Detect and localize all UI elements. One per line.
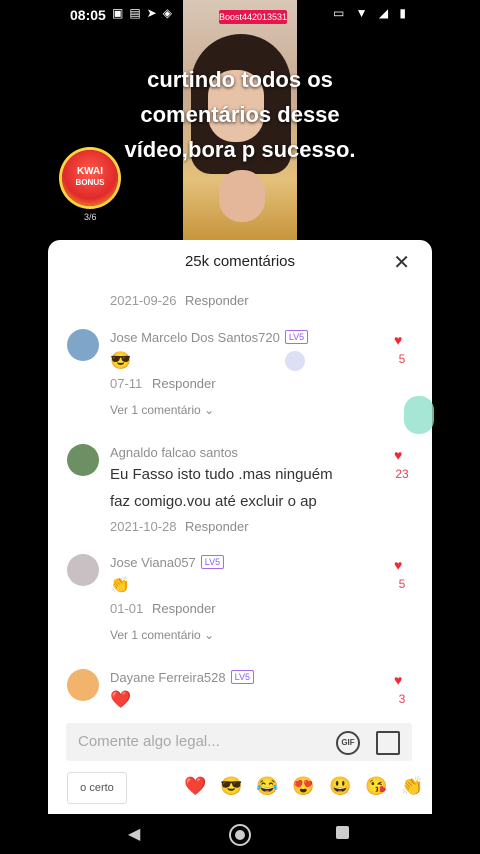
view-replies-text: Ver 1 comentário	[110, 403, 201, 417]
like-count: 5	[398, 352, 406, 366]
comment-username[interactable]: Jose Viana057 LV5	[110, 555, 225, 570]
username-text: Jose Viana057	[110, 555, 196, 570]
username-text: Dayane Ferreira528	[110, 670, 226, 685]
heart-icon[interactable]: ♥	[394, 447, 402, 463]
image-icon[interactable]	[376, 731, 400, 755]
comment-date: 2021-10-28	[110, 519, 177, 534]
comment-date: 2021-09-26	[110, 293, 177, 308]
comment-input-bar[interactable]: Comente algo legal... GIF	[66, 723, 412, 761]
recent-apps-icon[interactable]	[336, 826, 349, 839]
emoji-heart[interactable]: ❤️	[184, 776, 206, 797]
reply-button[interactable]: Responder	[185, 293, 249, 308]
comment-date: 07-11	[110, 376, 143, 391]
avatar[interactable]	[67, 329, 99, 361]
quick-reply-chip[interactable]: o certo	[67, 772, 127, 804]
heart-icon[interactable]: ♥	[394, 672, 402, 688]
comment-input[interactable]: Comente algo legal...	[78, 733, 220, 750]
notification-icons: ▣▤➤◈	[112, 6, 178, 20]
like-count: 3	[398, 692, 406, 706]
emoji-heart-eyes[interactable]: 😍	[292, 776, 314, 797]
heart-icon[interactable]: ♥	[394, 332, 402, 348]
level-badge: LV5	[284, 330, 309, 344]
comment-emoji: ❤️	[110, 690, 132, 709]
like-count: 5	[398, 577, 406, 591]
emoji-smile[interactable]: 😃	[329, 776, 351, 797]
boost-badge: Boost442013531	[219, 10, 288, 24]
comment-emoji: 👏	[110, 577, 130, 594]
emoji-sunglasses[interactable]: 😎	[220, 776, 242, 797]
floating-bubble	[404, 396, 434, 434]
comments-title: 25k comentários	[184, 253, 296, 270]
video-caption: curtindo todos os comentários desse víde…	[124, 67, 356, 162]
comment-text: faz comigo.vou até excluir o ap	[110, 493, 317, 510]
comment-username[interactable]: Agnaldo falcao santos	[110, 445, 238, 460]
emoji-laughing[interactable]: 😂	[256, 776, 278, 797]
level-badge: LV5	[200, 555, 225, 569]
avatar[interactable]	[67, 554, 99, 586]
reply-button[interactable]: Responder	[185, 519, 249, 534]
reply-button[interactable]: Responder	[152, 601, 216, 616]
comment-text: Eu Fasso isto tudo .mas ninguém	[110, 466, 333, 483]
navigation-bar: ◀	[0, 814, 480, 854]
reply-button[interactable]: Responder	[152, 376, 216, 391]
heart-icon[interactable]: ♥	[394, 557, 402, 573]
comment-username[interactable]: Dayane Ferreira528 LV5	[110, 670, 254, 685]
back-icon[interactable]: ◀	[128, 824, 140, 844]
bonus-label: BONUS	[75, 178, 105, 187]
comment-emoji: 😎	[110, 351, 132, 370]
kwai-bonus-button[interactable]: KWAI BONUS	[62, 150, 118, 206]
comment-username[interactable]: Jose Marcelo Dos Santos720 LV5	[110, 330, 309, 345]
chevron-down-icon: ⌄	[204, 403, 215, 417]
close-icon[interactable]: ✕	[393, 250, 410, 275]
bonus-progress: 3/6	[84, 212, 97, 222]
level-badge: LV5	[230, 670, 254, 684]
avatar[interactable]	[67, 444, 99, 476]
home-icon[interactable]	[229, 824, 251, 846]
kwai-label: KWAI	[76, 166, 104, 177]
view-replies-link[interactable]: Ver 1 comentário ⌄	[110, 403, 214, 417]
chevron-down-icon: ⌄	[204, 628, 215, 642]
view-replies-link[interactable]: Ver 1 comentário ⌄	[110, 628, 214, 642]
kwai-bonus-title: KWAI BONUS	[62, 150, 118, 188]
comment-date: 01-01	[110, 601, 144, 616]
system-icons: ▭ ▼ ◢ ▮	[332, 6, 410, 20]
video-person-hand	[219, 170, 265, 222]
emoji-kiss[interactable]: 😘	[365, 776, 387, 797]
clock: 08:05	[70, 7, 106, 23]
avatar[interactable]	[67, 669, 99, 701]
floating-reaction	[285, 351, 305, 371]
username-text: Jose Marcelo Dos Santos720	[110, 330, 280, 345]
like-count: 23	[395, 467, 409, 481]
emoji-clap[interactable]: 👏	[401, 776, 423, 797]
gif-icon[interactable]: GIF	[336, 731, 360, 755]
view-replies-text: Ver 1 comentário	[110, 628, 201, 642]
